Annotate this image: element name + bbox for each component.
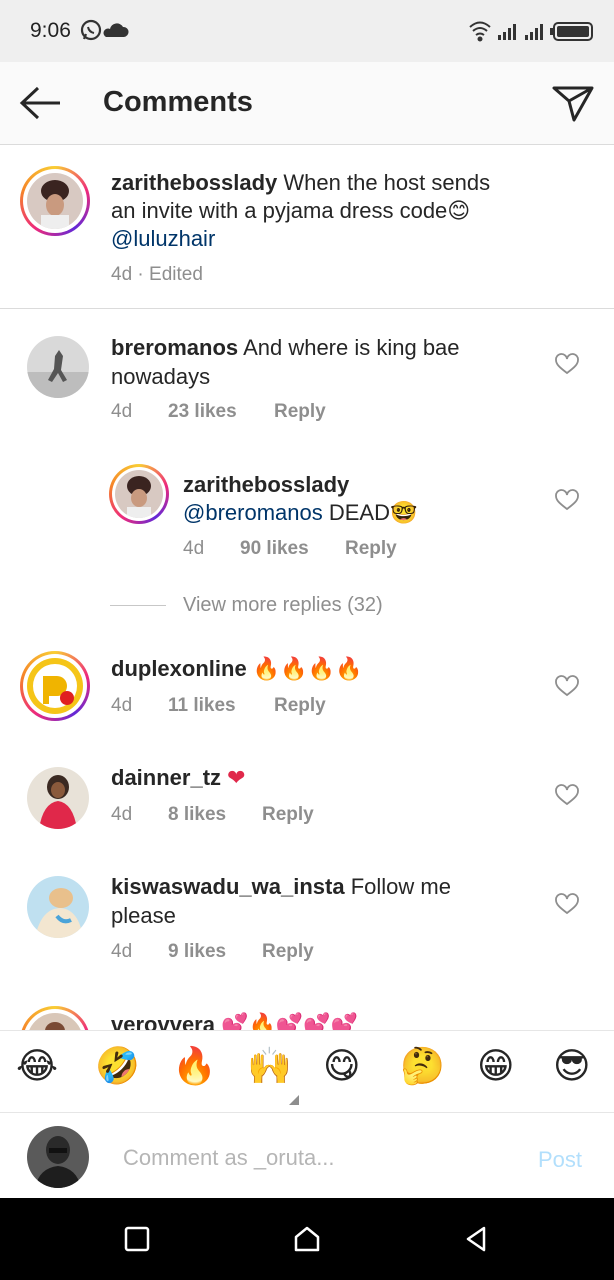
emoji-button[interactable]: 🤔	[400, 1047, 445, 1087]
comment-username[interactable]: kiswaswadu_wa_insta	[111, 874, 345, 899]
heart-icon[interactable]	[555, 675, 579, 697]
caption-username[interactable]: zarithebosslady	[111, 170, 277, 195]
heart-icon[interactable]	[555, 893, 579, 915]
comment-time: 4d	[111, 695, 133, 716]
cloud-icon	[103, 23, 129, 37]
comment-time: 4d	[183, 538, 205, 559]
comment-username[interactable]: dainner_tz	[111, 765, 221, 790]
comment-text: ❤	[227, 765, 246, 790]
divider	[0, 308, 614, 309]
heart-icon[interactable]	[555, 353, 579, 375]
caption-meta: 4d · Edited	[111, 264, 203, 285]
heart-icon[interactable]	[555, 784, 579, 806]
back-icon[interactable]	[462, 1224, 492, 1254]
avatar[interactable]	[27, 173, 83, 229]
comment-text: 🔥🔥🔥🔥	[252, 656, 363, 681]
reply-button[interactable]: Reply	[345, 538, 397, 560]
avatar[interactable]	[27, 876, 89, 938]
emoji-button[interactable]: 😎	[553, 1047, 591, 1087]
signal-icon	[498, 24, 516, 40]
emoji-button[interactable]: 😂	[16, 1047, 58, 1087]
reply-button[interactable]: Reply	[262, 804, 314, 826]
home-icon[interactable]	[292, 1224, 322, 1254]
emoji-button[interactable]: 😋	[323, 1047, 361, 1087]
avatar	[27, 1126, 89, 1188]
comment-username[interactable]: duplexonline	[111, 656, 247, 681]
direct-share-icon[interactable]	[550, 80, 596, 126]
status-right-icons	[469, 21, 593, 42]
view-more-divider	[110, 605, 166, 606]
comment-input[interactable]: Comment as _oruta...	[123, 1145, 335, 1171]
reply-button[interactable]: Reply	[274, 401, 326, 423]
comment-likes[interactable]: 90 likes	[240, 538, 309, 560]
comment-username[interactable]: verovvera	[111, 1012, 215, 1030]
status-bar: 9:06	[0, 0, 614, 62]
comment-time: 4d	[111, 804, 133, 825]
battery-icon	[550, 22, 593, 41]
comment-username[interactable]: breromanos	[111, 335, 238, 360]
page-title: Comments	[103, 86, 253, 118]
comment-mention[interactable]: @breromanos	[183, 500, 323, 525]
comment-text: Follow me	[350, 874, 451, 899]
avatar[interactable]	[27, 658, 83, 714]
avatar[interactable]	[115, 470, 163, 518]
comment-likes[interactable]: 23 likes	[168, 401, 237, 423]
comment-likes[interactable]: 9 likes	[168, 941, 226, 963]
comment-text: please	[111, 903, 176, 928]
back-arrow-icon[interactable]	[18, 82, 64, 124]
comment-item: verovvera 💕🔥💕💕💕	[0, 990, 614, 1030]
caption-mention[interactable]: @luluzhair	[111, 224, 215, 253]
emoji-button[interactable]: 🤣	[95, 1047, 140, 1087]
recent-apps-icon[interactable]	[122, 1224, 152, 1254]
caption-text-line2: an invite with a pyjama dress code😊	[111, 198, 471, 223]
comment-composer: Comment as _oruta... Post	[0, 1112, 614, 1199]
emoji-button[interactable]: 🙌	[247, 1047, 292, 1087]
comment-time: 4d	[111, 941, 133, 962]
comment-text: DEAD🤓	[328, 500, 418, 525]
caption-text-line1: When the host sends	[283, 170, 491, 195]
avatar[interactable]	[27, 767, 89, 829]
status-time: 9:06	[30, 19, 71, 42]
comment-likes[interactable]: 11 likes	[168, 695, 236, 717]
system-nav-bar	[0, 1198, 614, 1280]
reply-button[interactable]: Reply	[262, 941, 314, 963]
quick-emoji-bar: 😂 🤣 🔥 🙌 😋 🤔 😁 😎	[0, 1030, 614, 1113]
view-more-replies-button[interactable]: View more replies (32)	[183, 594, 383, 617]
comment-text: And where is king bae	[243, 335, 460, 360]
header: Comments	[0, 62, 614, 145]
avatar[interactable]	[27, 336, 89, 398]
signal-icon	[525, 24, 543, 40]
emoji-skin-tone-indicator-icon	[289, 1095, 299, 1105]
whatsapp-icon	[80, 19, 102, 41]
reply-button[interactable]: Reply	[274, 695, 326, 717]
heart-icon[interactable]	[555, 489, 579, 511]
notification-icons	[80, 19, 129, 41]
post-button[interactable]: Post	[538, 1147, 582, 1173]
emoji-button[interactable]: 😁	[477, 1047, 515, 1087]
wifi-icon	[469, 21, 491, 42]
comment-likes[interactable]: 8 likes	[168, 804, 226, 826]
comment-username[interactable]: zarithebosslady	[183, 470, 349, 499]
comment-text: nowadays	[111, 364, 211, 389]
comment-time: 4d	[111, 401, 133, 422]
comment-text: 💕🔥💕💕💕	[221, 1012, 359, 1030]
emoji-button[interactable]: 🔥	[172, 1047, 217, 1087]
